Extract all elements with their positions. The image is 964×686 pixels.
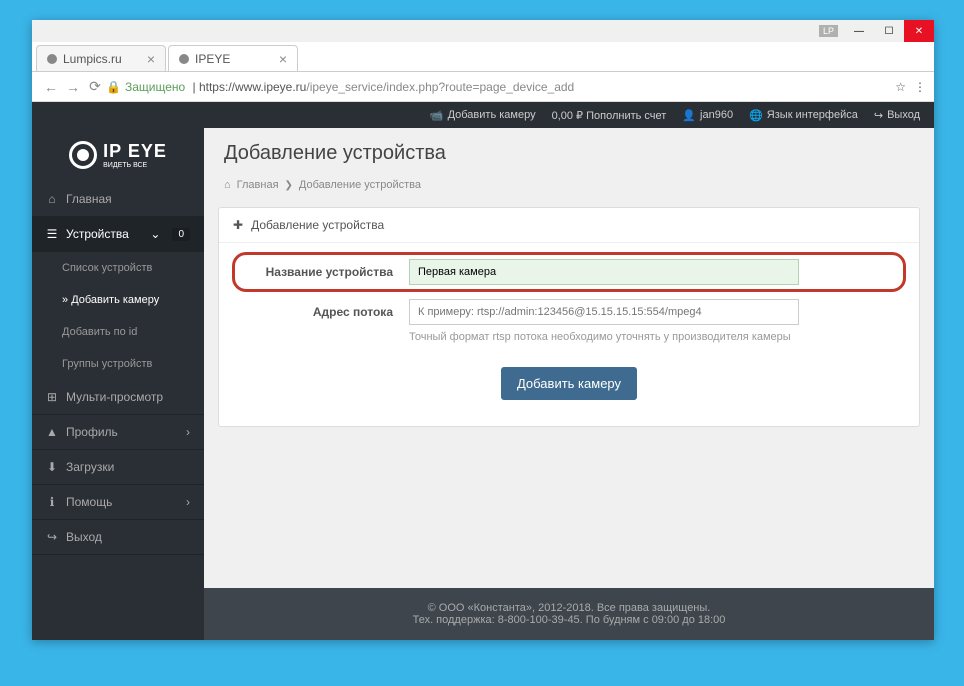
nav-add-camera[interactable]: Добавить камеру bbox=[32, 284, 204, 316]
panel-title: Добавление устройства bbox=[251, 218, 384, 232]
home-icon: ⌂ bbox=[224, 179, 231, 191]
secure-icon: 🔒 bbox=[106, 80, 121, 94]
close-button[interactable]: ✕ bbox=[904, 20, 934, 42]
nav-home[interactable]: ⌂Главная bbox=[32, 182, 204, 217]
exit-icon: ↪ bbox=[46, 530, 58, 544]
topbar-balance[interactable]: 0,00 ₽ Пополнить счет bbox=[552, 109, 667, 122]
nav-downloads[interactable]: ⬇Загрузки bbox=[32, 450, 204, 485]
main-panel: Добавление устройства ⌂ Главная ❯ Добавл… bbox=[204, 128, 934, 640]
download-icon: ⬇ bbox=[46, 460, 58, 474]
back-button[interactable]: ← bbox=[40, 79, 62, 95]
nav-exit[interactable]: ↪Выход bbox=[32, 520, 204, 555]
breadcrumb-current: Добавление устройства bbox=[299, 179, 421, 191]
user-icon: ▲ bbox=[46, 425, 58, 439]
chevron-down-icon: ⌄ bbox=[150, 227, 160, 241]
lp-badge: LP bbox=[819, 25, 838, 37]
nav-help[interactable]: ℹПомощь› bbox=[32, 485, 204, 520]
device-name-row: Название устройства bbox=[239, 259, 899, 285]
url-path: /ipeye_service/index.php?route=page_devi… bbox=[306, 80, 574, 94]
chevron-right-icon: › bbox=[186, 495, 190, 509]
topbar-exit[interactable]: ↪Выход bbox=[874, 109, 920, 122]
footer: © ООО «Константа», 2012-2018. Все права … bbox=[204, 588, 934, 640]
address-bar: ← → ⟳ 🔒 Защищено | https://www.ipeye.ru/… bbox=[32, 72, 934, 102]
forward-button[interactable]: → bbox=[62, 79, 84, 95]
nav-device-list[interactable]: Список устройств bbox=[32, 252, 204, 284]
minimize-button[interactable]: — bbox=[844, 20, 874, 42]
breadcrumb: ⌂ Главная ❯ Добавление устройства bbox=[204, 171, 934, 199]
content-area: IP EYE ВИДЕТЬ ВСЕ ⌂Главная ☰Устройства⌄0… bbox=[32, 128, 934, 640]
device-name-label: Название устройства bbox=[239, 259, 409, 279]
secure-label: Защищено bbox=[125, 80, 185, 94]
chevron-right-icon: ❯ bbox=[285, 180, 293, 191]
page-content: 📹Добавить камеру 0,00 ₽ Пополнить счет 👤… bbox=[32, 102, 934, 640]
url-host[interactable]: https://www.ipeye.ru bbox=[199, 80, 306, 94]
tab-title: IPEYE bbox=[195, 52, 230, 66]
devices-count-badge: 0 bbox=[172, 228, 190, 241]
main-header: Добавление устройства bbox=[204, 128, 934, 171]
plus-icon: ✚ bbox=[233, 218, 243, 232]
nav-device-groups[interactable]: Группы устройств bbox=[32, 348, 204, 380]
globe-icon: 🌐 bbox=[749, 109, 763, 122]
topbar-user[interactable]: 👤jan960 bbox=[682, 109, 733, 122]
chevron-right-icon: › bbox=[186, 425, 190, 439]
grid-icon: ⊞ bbox=[46, 390, 58, 404]
tab-lumpics[interactable]: Lumpics.ru × bbox=[36, 45, 166, 71]
tab-strip: Lumpics.ru × IPEYE × bbox=[32, 42, 934, 72]
menu-icon[interactable]: ⋮ bbox=[914, 80, 926, 94]
footer-copyright: © ООО «Константа», 2012-2018. Все права … bbox=[218, 602, 920, 614]
star-icon[interactable]: ☆ bbox=[895, 80, 906, 94]
topbar-lang[interactable]: 🌐Язык интерфейса bbox=[749, 109, 858, 122]
stream-address-row: Адрес потока Точный формат rtsp потока н… bbox=[239, 299, 899, 343]
reload-button[interactable]: ⟳ bbox=[84, 78, 106, 95]
nav-devices[interactable]: ☰Устройства⌄0 bbox=[32, 217, 204, 252]
stream-address-input[interactable] bbox=[409, 299, 799, 325]
footer-support: Тех. поддержка: 8-800-100-39-45. По будн… bbox=[218, 614, 920, 626]
tab-ipeye[interactable]: IPEYE × bbox=[168, 45, 298, 71]
exit-icon: ↪ bbox=[874, 109, 883, 122]
device-name-input[interactable] bbox=[409, 259, 799, 285]
logo-text: IP EYE bbox=[103, 141, 167, 161]
top-toolbar: 📹Добавить камеру 0,00 ₽ Пополнить счет 👤… bbox=[32, 102, 934, 128]
url-divider: | bbox=[189, 80, 199, 94]
panel-body: Название устройства Адрес потока Точный … bbox=[219, 243, 919, 426]
sidebar: IP EYE ВИДЕТЬ ВСЕ ⌂Главная ☰Устройства⌄0… bbox=[32, 128, 204, 640]
panel-header: ✚ Добавление устройства bbox=[219, 208, 919, 243]
submit-row: Добавить камеру bbox=[239, 357, 899, 410]
logo[interactable]: IP EYE ВИДЕТЬ ВСЕ bbox=[32, 128, 204, 182]
add-camera-button[interactable]: Добавить камеру bbox=[501, 367, 637, 400]
maximize-button[interactable]: ☐ bbox=[874, 20, 904, 42]
home-icon: ⌂ bbox=[46, 192, 58, 206]
stream-hint: Точный формат rtsp потока необходимо уто… bbox=[409, 331, 899, 343]
tab-title: Lumpics.ru bbox=[63, 52, 122, 66]
info-icon: ℹ bbox=[46, 495, 58, 509]
tab-close-icon[interactable]: × bbox=[147, 51, 155, 67]
user-icon: 👤 bbox=[682, 109, 696, 122]
favicon-icon bbox=[179, 54, 189, 64]
breadcrumb-home[interactable]: Главная bbox=[237, 179, 279, 191]
titlebar: LP — ☐ ✕ bbox=[32, 20, 934, 42]
favicon-icon bbox=[47, 54, 57, 64]
camera-icon: 📹 bbox=[430, 109, 444, 122]
nav-add-by-id[interactable]: Добавить по id bbox=[32, 316, 204, 348]
eye-icon bbox=[69, 141, 97, 169]
list-icon: ☰ bbox=[46, 227, 58, 241]
nav-multi-view[interactable]: ⊞Мульти-просмотр bbox=[32, 380, 204, 415]
topbar-add-camera[interactable]: 📹Добавить камеру bbox=[430, 109, 536, 122]
nav-profile[interactable]: ▲Профиль› bbox=[32, 415, 204, 450]
stream-label: Адрес потока bbox=[239, 299, 409, 319]
logo-tagline: ВИДЕТЬ ВСЕ bbox=[103, 162, 167, 169]
page-title: Добавление устройства bbox=[224, 142, 914, 165]
add-device-panel: ✚ Добавление устройства Название устройс… bbox=[218, 207, 920, 427]
browser-window: LP — ☐ ✕ Lumpics.ru × IPEYE × ← → ⟳ 🔒 За… bbox=[32, 20, 934, 640]
tab-close-icon[interactable]: × bbox=[279, 51, 287, 67]
